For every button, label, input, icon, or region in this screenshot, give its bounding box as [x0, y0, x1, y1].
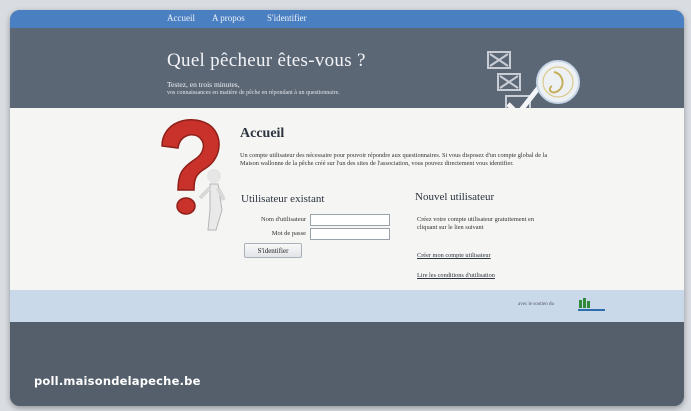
terms-link[interactable]: Lire les conditions d'utilisation: [417, 272, 495, 279]
footer-strip: avec le soutien du: [10, 290, 684, 322]
new-user-title: Nouvel utilisateur: [415, 191, 495, 203]
username-label: Nom d'utilisateur: [260, 216, 306, 223]
top-navigation: Accueil A propos S'identifier: [10, 10, 684, 28]
bottom-area: poll.maisondelapeche.be: [10, 322, 684, 406]
password-label: Mot de passe: [271, 230, 306, 237]
existing-user-title: Utilisateur existant: [241, 193, 325, 205]
nav-accueil[interactable]: Accueil: [167, 13, 195, 23]
section-heading: Accueil: [240, 126, 285, 141]
create-account-link[interactable]: Créer mon compte utilisateur: [417, 252, 491, 259]
banner-subtitle: Testez, en trois minutes,: [167, 80, 240, 89]
main-content: Accueil Un compte utilisateur des nécess…: [10, 108, 684, 290]
browser-frame: Accueil A propos S'identifier Quel pêche…: [10, 10, 684, 406]
intro-text: Un compte utilisateur des nécessaire pou…: [240, 152, 548, 167]
footer-credit: avec le soutien du: [518, 302, 554, 307]
page-title: Quel pêcheur êtes-vous ?: [167, 50, 366, 71]
nav-a-propos[interactable]: A propos: [212, 13, 245, 23]
banner-subtitle-2: vos connaissances en matière de pêche en…: [167, 90, 340, 96]
password-input[interactable]: [310, 228, 390, 240]
header-banner: Quel pêcheur êtes-vous ? Testez, en troi…: [10, 28, 684, 123]
login-button[interactable]: S'identifier: [244, 243, 302, 258]
nav-identifier[interactable]: S'identifier: [267, 13, 307, 23]
username-input[interactable]: [310, 214, 390, 226]
new-user-description: Créez votre compte utilisateur gratuitem…: [417, 216, 534, 231]
question-mark-icon: [161, 119, 226, 231]
site-url-label: poll.maisondelapeche.be: [34, 374, 201, 388]
sponsor-logo-icon: [578, 298, 605, 311]
